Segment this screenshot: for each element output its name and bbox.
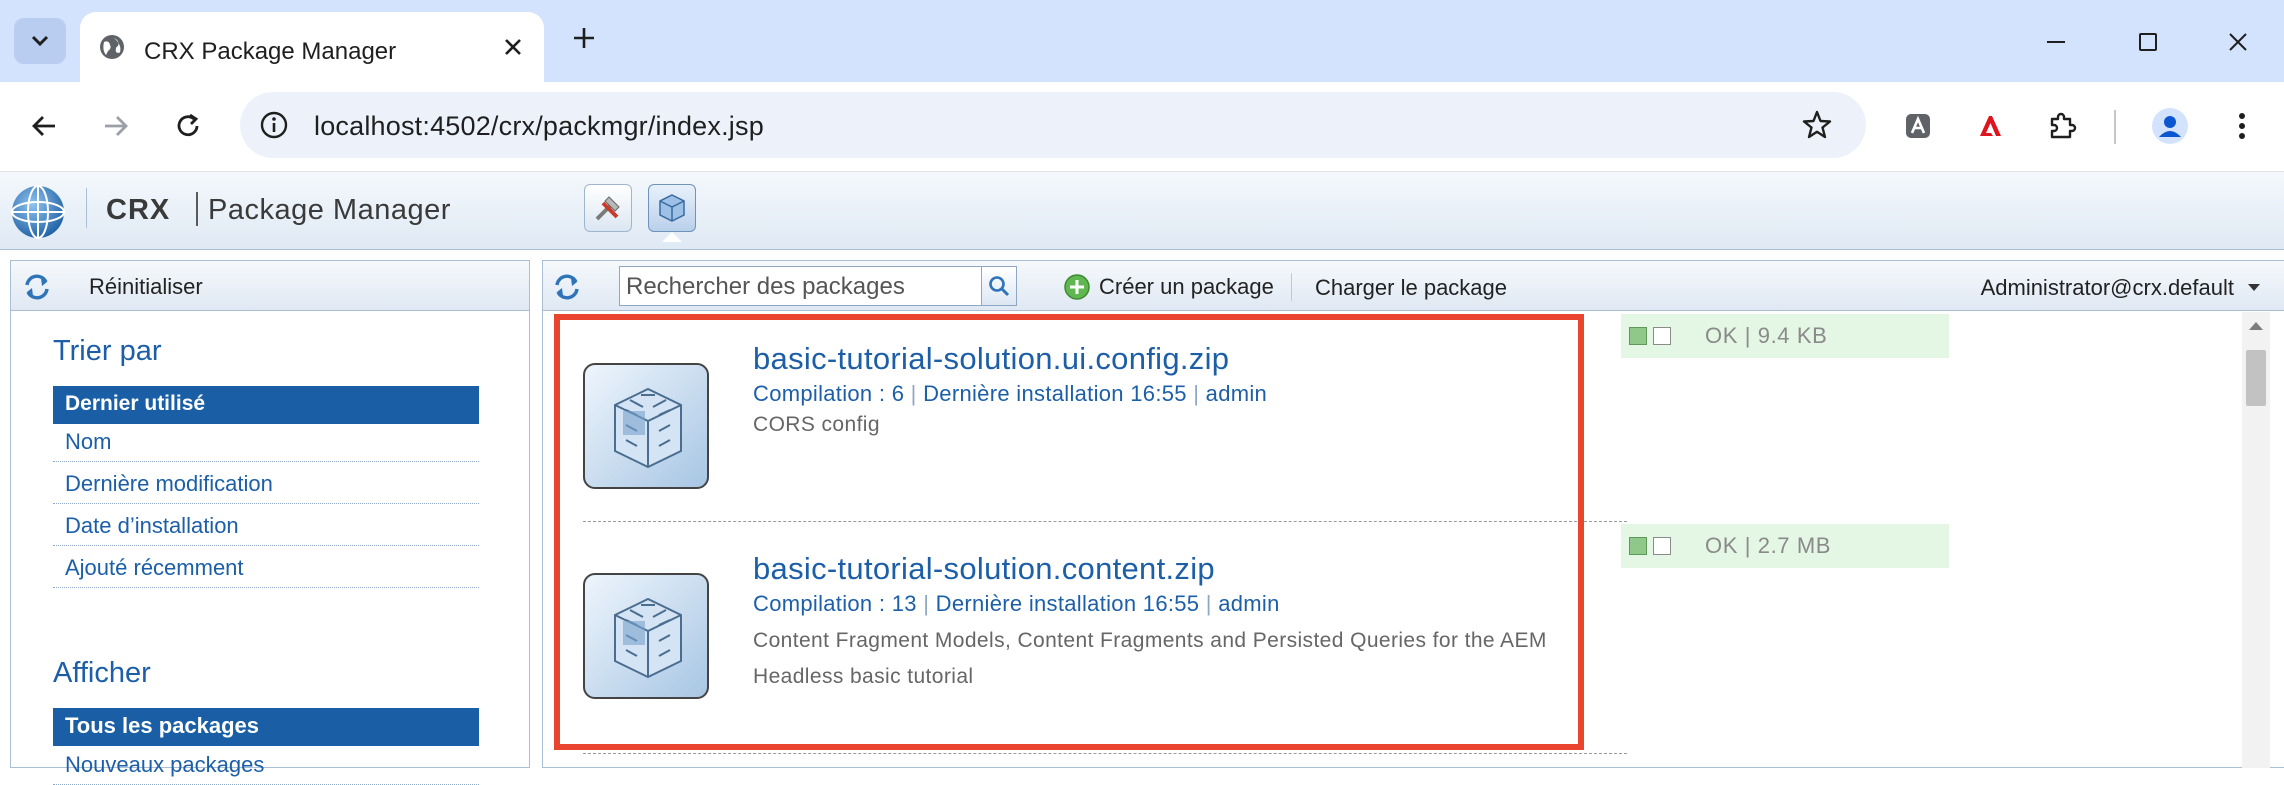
tab-search-button[interactable] <box>14 18 66 64</box>
globe-icon <box>100 35 124 59</box>
crx-brand: CRX <box>106 194 171 226</box>
puzzle-icon <box>2050 112 2077 139</box>
kebab-menu-icon <box>2239 113 2245 139</box>
tools-button[interactable] <box>584 184 632 232</box>
filter-panel-toolbar: Réinitialiser <box>11 261 529 311</box>
search-icon <box>989 276 1010 297</box>
header-divider <box>86 188 87 228</box>
scrollbar-thumb[interactable] <box>2246 350 2266 406</box>
status-modified-indicator <box>1653 327 1671 345</box>
status-installed-indicator <box>1629 537 1647 555</box>
status-installed-indicator <box>1629 327 1647 345</box>
tools-icon <box>595 196 620 221</box>
extension-a-icon <box>1906 114 1930 138</box>
reload-button[interactable] <box>168 106 208 146</box>
sort-by-title: Trier par <box>53 335 162 367</box>
package-cube-icon <box>659 194 685 222</box>
url-text[interactable]: localhost:4502/crx/packmgr/index.jsp <box>314 111 764 142</box>
close-icon[interactable] <box>500 34 526 60</box>
window-close-icon <box>2229 33 2247 51</box>
filter-panel: Réinitialiser Trier par Dernier utilisé … <box>10 260 530 785</box>
minimize-button[interactable] <box>2036 22 2076 62</box>
add-circle-icon <box>1064 274 1090 300</box>
show-title: Afficher <box>53 657 151 689</box>
toolbar-separator <box>1291 273 1292 301</box>
caret-down-icon <box>2248 284 2260 291</box>
arrow-right-icon <box>105 116 128 136</box>
refresh-icon[interactable] <box>551 271 583 303</box>
sort-option-recently-added[interactable]: Ajouté récemment <box>53 550 479 588</box>
browser-tab[interactable]: CRX Package Manager <box>80 12 544 82</box>
extension-a-button[interactable] <box>1898 106 1938 146</box>
brand-separator <box>196 192 198 226</box>
reset-button[interactable]: Réinitialiser <box>89 274 203 300</box>
maximize-button[interactable] <box>2128 22 2168 62</box>
show-option-all-packages[interactable]: Tous les packages <box>53 708 479 746</box>
package-manager-tab[interactable] <box>648 184 696 232</box>
sort-option-last-used[interactable]: Dernier utilisé <box>53 386 479 424</box>
refresh-icon[interactable] <box>21 271 53 303</box>
bookmark-star-icon[interactable] <box>1800 108 1834 142</box>
user-menu[interactable]: Administrator@crx.default <box>1981 275 2260 301</box>
active-tab-pointer <box>662 232 682 242</box>
app-title: Package Manager <box>208 194 451 226</box>
new-tab-icon[interactable] <box>568 22 600 54</box>
browser-tab-bar: CRX Package Manager <box>0 0 2284 82</box>
maximize-icon <box>2139 33 2157 51</box>
create-package-button[interactable]: Créer un package <box>1063 273 1274 301</box>
tab-title: CRX Package Manager <box>144 38 397 65</box>
upload-package-button[interactable]: Charger le package <box>1315 275 1507 301</box>
crx-header: CRX Package Manager <box>0 172 2284 250</box>
forward-button[interactable] <box>96 106 136 146</box>
toolbar-divider <box>2114 110 2116 144</box>
avatar-icon <box>2152 108 2188 144</box>
user-name: Administrator@crx.default <box>1980 275 2234 300</box>
extensions-button[interactable] <box>2042 106 2082 146</box>
show-option-new-packages[interactable]: Nouveaux packages <box>53 747 479 785</box>
address-bar[interactable]: localhost:4502/crx/packmgr/index.jsp <box>240 92 1866 158</box>
site-info-icon[interactable] <box>258 109 290 141</box>
package-search-input[interactable]: Rechercher des packages <box>619 266 983 306</box>
browser-toolbar: localhost:4502/crx/packmgr/index.jsp <box>0 82 2284 172</box>
package-toolbar: Rechercher des packages Créer un package… <box>543 261 2284 311</box>
reload-icon <box>177 113 199 137</box>
arrow-left-icon <box>32 116 55 136</box>
package-divider <box>583 753 1627 754</box>
window-close-button[interactable] <box>2218 22 2258 62</box>
scroll-up-icon[interactable] <box>2249 322 2263 330</box>
minimize-icon <box>2047 41 2065 43</box>
status-modified-indicator <box>1653 537 1671 555</box>
status-text: OK | 2.7 MB <box>1705 533 1832 558</box>
highlight-annotation <box>554 314 1584 750</box>
sort-option-last-modified[interactable]: Dernière modification <box>53 466 479 504</box>
sort-option-install-date[interactable]: Date d’installation <box>53 508 479 546</box>
profile-button[interactable] <box>2150 106 2190 146</box>
create-package-label: Créer un package <box>1099 274 1274 299</box>
search-button[interactable] <box>981 266 1017 306</box>
browser-menu-button[interactable] <box>2222 106 2262 146</box>
sort-option-name[interactable]: Nom <box>53 424 479 462</box>
package-status: OK | 2.7 MB <box>1621 524 1949 568</box>
chevron-down-icon <box>31 35 49 47</box>
adobe-extension-button[interactable] <box>1970 106 2010 146</box>
back-button[interactable] <box>24 106 64 146</box>
status-text: OK | 9.4 KB <box>1705 323 1828 348</box>
crx-globe-logo-icon <box>11 185 65 239</box>
package-status: OK | 9.4 KB <box>1621 314 1949 358</box>
adobe-acrobat-icon <box>1980 116 2001 136</box>
